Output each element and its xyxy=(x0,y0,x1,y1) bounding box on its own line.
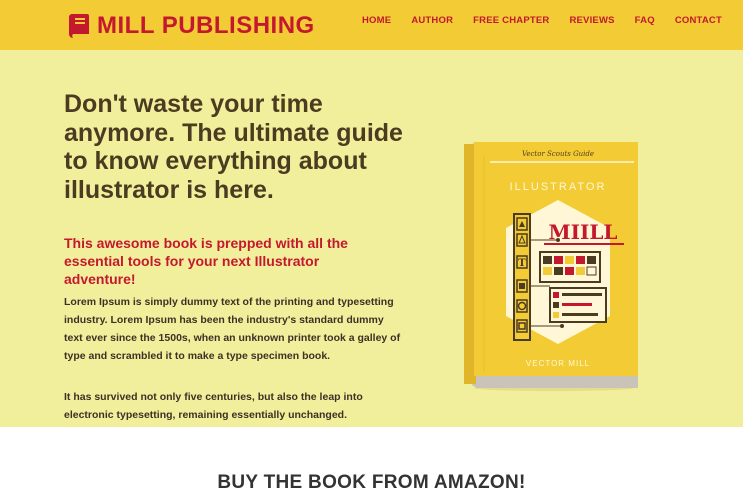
site-logo[interactable]: MILL PUBLISHING xyxy=(67,12,315,40)
cta-section: BUY THE BOOK FROM AMAZON! xyxy=(0,427,743,504)
logo-text: MILL PUBLISHING xyxy=(97,12,315,39)
main-nav: HOME AUTHOR FREE CHAPTER REVIEWS FAQ CON… xyxy=(362,15,742,26)
nav-free-chapter[interactable]: FREE CHAPTER xyxy=(473,15,549,26)
nav-contact[interactable]: CONTACT xyxy=(675,15,722,26)
hero-section: Don't waste your time anymore. The ultim… xyxy=(0,50,743,427)
book-title-text: ILLUSTRATOR xyxy=(510,181,607,193)
cta-title[interactable]: BUY THE BOOK FROM AMAZON! xyxy=(0,472,743,494)
site-header: MILL PUBLISHING HOME AUTHOR FREE CHAPTER… xyxy=(0,0,743,50)
book-author-text: VECTOR MILL xyxy=(526,359,590,368)
hero-subhead: This awesome book is prepped with all th… xyxy=(64,235,348,287)
hero-paragraph-1: Lorem Ipsum is simply dummy text of the … xyxy=(64,296,401,362)
book-icon xyxy=(69,14,89,38)
nav-author[interactable]: AUTHOR xyxy=(411,15,453,26)
nav-faq[interactable]: FAQ xyxy=(635,15,655,26)
hero-headline: Don't waste your time anymore. The ultim… xyxy=(64,90,403,204)
svg-text:T: T xyxy=(518,258,526,269)
hero-paragraph-2: It has survived not only five centuries,… xyxy=(64,391,363,421)
book-series-text: Vector Scouts Guide xyxy=(522,150,594,158)
nav-home[interactable]: HOME xyxy=(362,15,391,26)
book-cover-illustration: Vector Scouts Guide ILLUSTRATOR MIILL T xyxy=(464,142,638,391)
nav-reviews[interactable]: REVIEWS xyxy=(569,15,614,26)
